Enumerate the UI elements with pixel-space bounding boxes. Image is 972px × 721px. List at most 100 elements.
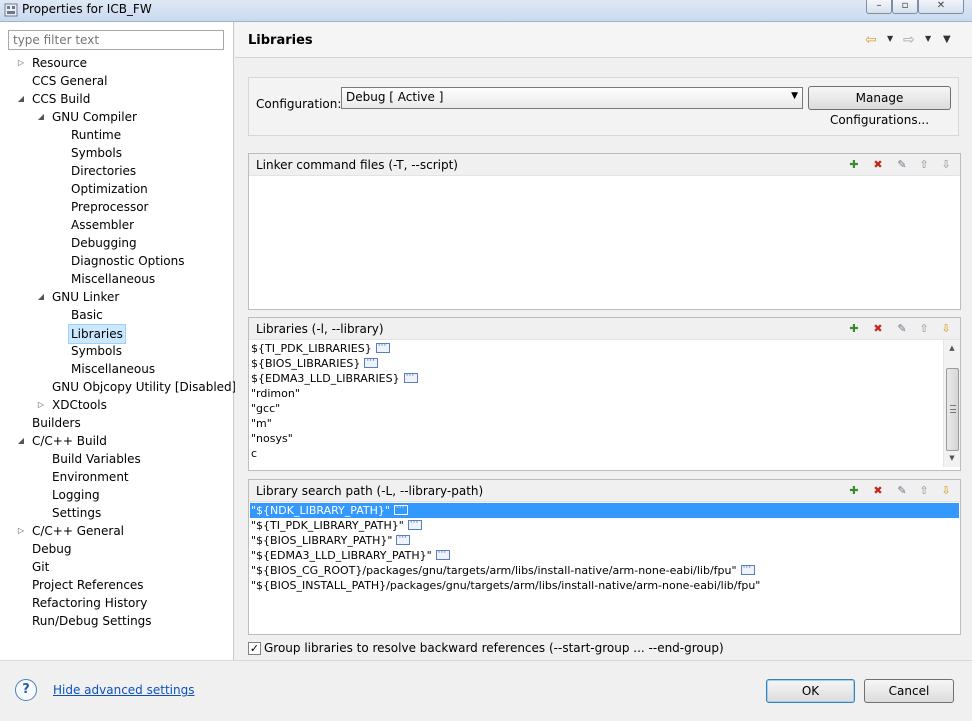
libraries-list[interactable]: ▲ ▼ ${TI_PDK_LIBRARIES} ${BIOS_LIBRARIES}…: [249, 340, 960, 470]
collapsed-twisty-icon[interactable]: ▷: [16, 522, 26, 540]
close-icon[interactable]: ✕: [918, 0, 964, 14]
delete-icon[interactable]: ✖: [870, 157, 886, 173]
tree-item[interactable]: Runtime: [0, 126, 234, 144]
tree-item[interactable]: GNU Objcopy Utility [Disabled]: [0, 378, 236, 396]
browse-ellipsis-icon[interactable]: [740, 562, 755, 575]
list-item[interactable]: ${TI_PDK_LIBRARIES}: [251, 340, 390, 356]
tree-item[interactable]: Logging: [0, 486, 234, 504]
tree-item[interactable]: Build Variables: [0, 450, 234, 468]
tree-item[interactable]: Libraries: [0, 324, 234, 344]
edit-icon[interactable]: ✎: [894, 483, 910, 499]
collapsed-twisty-icon[interactable]: ▷: [16, 54, 26, 72]
group-libraries-checkbox[interactable]: ✓: [248, 642, 261, 655]
scrollbar-thumb[interactable]: [946, 368, 959, 451]
tree-item[interactable]: Directories: [0, 162, 234, 180]
expanded-twisty-icon[interactable]: ◢: [36, 288, 46, 306]
tree-item[interactable]: ◢ CCS Build: [0, 90, 234, 108]
tree-item[interactable]: ◢ GNU Compiler: [0, 108, 234, 126]
list-item[interactable]: "gcc": [251, 401, 280, 416]
list-item[interactable]: "${BIOS_CG_ROOT}/packages/gnu/targets/ar…: [251, 562, 755, 578]
tree-item[interactable]: Miscellaneous: [0, 270, 234, 288]
list-item[interactable]: "${BIOS_LIBRARY_PATH}": [251, 532, 411, 548]
cancel-button[interactable]: Cancel: [864, 679, 954, 703]
move-down-icon[interactable]: ⇩: [938, 483, 954, 499]
move-down-icon[interactable]: ⇩: [938, 321, 954, 337]
tree-item[interactable]: Diagnostic Options: [0, 252, 234, 270]
tree-item[interactable]: Debugging: [0, 234, 234, 252]
maximize-icon[interactable]: ▫: [892, 0, 918, 14]
tree-item[interactable]: Debug: [0, 540, 234, 558]
move-down-icon[interactable]: ⇩: [938, 157, 954, 173]
browse-ellipsis-icon[interactable]: [364, 355, 379, 368]
vertical-scrollbar[interactable]: ▲ ▼: [943, 340, 960, 467]
expanded-twisty-icon[interactable]: ◢: [16, 90, 26, 108]
expanded-twisty-icon[interactable]: ◢: [36, 108, 46, 126]
scroll-up-icon[interactable]: ▲: [944, 340, 960, 357]
delete-icon[interactable]: ✖: [870, 321, 886, 337]
back-arrow-icon[interactable]: ⇦: [865, 33, 877, 47]
browse-ellipsis-icon[interactable]: [375, 340, 390, 353]
tree-item[interactable]: Git: [0, 558, 234, 576]
add-icon[interactable]: ✚: [846, 157, 862, 173]
browse-ellipsis-icon[interactable]: [393, 502, 408, 515]
tree-item[interactable]: Symbols: [0, 342, 234, 360]
browse-ellipsis-icon[interactable]: [403, 370, 418, 383]
configuration-select[interactable]: Debug [ Active ] ▼: [341, 87, 803, 109]
library-search-path-list[interactable]: "${NDK_LIBRARY_PATH}" "${TI_PDK_LIBRARY_P…: [249, 502, 960, 634]
list-item[interactable]: "${NDK_LIBRARY_PATH}": [250, 502, 959, 518]
tree-item[interactable]: ◢ C/C++ Build: [0, 432, 234, 450]
browse-ellipsis-icon[interactable]: [407, 517, 422, 530]
tree-item[interactable]: ▷ XDCtools: [0, 396, 234, 414]
list-item[interactable]: "nosys": [251, 431, 293, 446]
browse-ellipsis-icon[interactable]: [396, 532, 411, 545]
list-item[interactable]: "m": [251, 416, 272, 431]
tree-item[interactable]: Symbols: [0, 144, 234, 162]
tree-item[interactable]: ▷ C/C++ General: [0, 522, 234, 540]
tree-item[interactable]: Miscellaneous: [0, 360, 234, 378]
list-item[interactable]: ${EDMA3_LLD_LIBRARIES}: [251, 370, 418, 386]
move-up-icon[interactable]: ⇧: [916, 321, 932, 337]
tree-item[interactable]: ◢ GNU Linker: [0, 288, 234, 306]
delete-icon[interactable]: ✖: [870, 483, 886, 499]
tree-item[interactable]: Settings: [0, 504, 234, 522]
tree-item[interactable]: Assembler: [0, 216, 234, 234]
edit-icon[interactable]: ✎: [894, 157, 910, 173]
tree-item[interactable]: Basic: [0, 306, 234, 324]
tree-item[interactable]: Builders: [0, 414, 234, 432]
tree-item[interactable]: Refactoring History: [0, 594, 234, 612]
add-icon[interactable]: ✚: [846, 321, 862, 337]
list-item[interactable]: "rdimon": [251, 386, 300, 401]
tree-item[interactable]: Environment: [0, 468, 234, 486]
forward-arrow-icon[interactable]: ⇨: [903, 33, 915, 47]
back-menu-chevron-down-icon[interactable]: ▼: [887, 34, 893, 43]
collapsed-twisty-icon[interactable]: ▷: [36, 396, 46, 414]
ok-button[interactable]: OK: [766, 679, 855, 703]
tree-item[interactable]: Run/Debug Settings: [0, 612, 234, 630]
tree-item[interactable]: CCS General: [0, 72, 234, 90]
forward-menu-chevron-down-icon[interactable]: ▼: [925, 34, 931, 43]
filter-input[interactable]: [8, 30, 224, 50]
manage-configurations-button[interactable]: Manage Configurations...: [808, 86, 951, 127]
list-item[interactable]: "${TI_PDK_LIBRARY_PATH}": [251, 517, 422, 533]
scroll-down-icon[interactable]: ▼: [944, 450, 960, 467]
move-up-icon[interactable]: ⇧: [916, 157, 932, 173]
hide-advanced-settings-link[interactable]: Hide advanced settings: [53, 683, 194, 697]
view-menu-chevron-down-icon[interactable]: ▼: [943, 34, 951, 45]
list-item[interactable]: "${EDMA3_LLD_LIBRARY_PATH}": [251, 547, 450, 563]
expanded-twisty-icon[interactable]: ◢: [16, 432, 26, 450]
add-icon[interactable]: ✚: [846, 483, 862, 499]
list-item[interactable]: "${BIOS_INSTALL_PATH}/packages/gnu/targe…: [251, 578, 760, 593]
list-item[interactable]: c: [251, 446, 257, 461]
move-up-icon[interactable]: ⇧: [916, 483, 932, 499]
browse-ellipsis-icon[interactable]: [435, 547, 450, 560]
tree-item[interactable]: Project References: [0, 576, 234, 594]
tree-item[interactable]: Optimization: [0, 180, 234, 198]
tree-item[interactable]: ▷ Resource: [0, 54, 234, 72]
minimize-icon[interactable]: –: [866, 0, 892, 14]
list-item[interactable]: ${BIOS_LIBRARIES}: [251, 355, 379, 371]
edit-icon[interactable]: ✎: [894, 321, 910, 337]
linker-command-files-list[interactable]: [249, 176, 960, 309]
section-header: Library search path (-L, --library-path)…: [249, 480, 960, 502]
help-icon[interactable]: ?: [15, 679, 37, 701]
tree-item[interactable]: Preprocessor: [0, 198, 234, 216]
